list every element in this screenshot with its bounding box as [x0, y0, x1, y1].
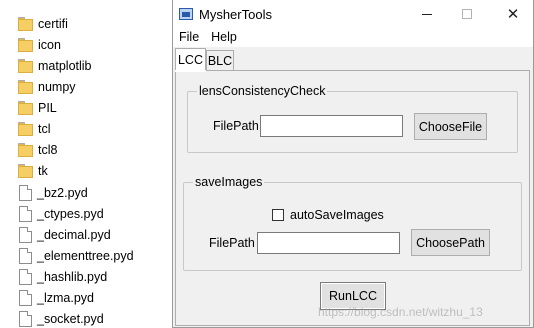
folder-label: matplotlib	[38, 58, 92, 73]
tab-blc[interactable]: BLC	[206, 50, 234, 71]
close-icon: ✕	[506, 6, 520, 23]
title-bar[interactable]: MysherTools ✕	[173, 0, 533, 28]
folder-item-matplotlib[interactable]: matplotlib	[18, 55, 92, 76]
folder-label: PIL	[38, 100, 57, 115]
folder-item-numpy[interactable]: numpy	[18, 76, 76, 97]
folder-label: tcl	[38, 121, 51, 136]
choose-path-button[interactable]: ChoosePath	[411, 229, 490, 256]
folder-label: tcl8	[38, 142, 58, 157]
folder-icon	[18, 79, 33, 94]
save-filepath-label: FilePath	[209, 236, 255, 250]
file-label: _hashlib.pyd	[37, 269, 108, 284]
menu-bar: File Help	[173, 28, 533, 47]
file-item-elementtree[interactable]: _elementtree.pyd	[18, 245, 134, 266]
folder-label: numpy	[38, 79, 76, 94]
file-item-decimal[interactable]: _decimal.pyd	[18, 224, 111, 245]
file-item-hashlib[interactable]: _hashlib.pyd	[18, 266, 107, 287]
folder-icon	[18, 100, 33, 115]
file-icon	[19, 289, 32, 306]
file-label: _lzma.pyd	[37, 290, 94, 305]
folder-icon	[18, 16, 33, 31]
tab-lcc[interactable]: LCC	[175, 48, 206, 71]
auto-save-images-checkbox[interactable]	[272, 209, 284, 221]
file-icon	[19, 184, 32, 201]
app-icon	[179, 8, 193, 20]
explorer-file-list: certifi icon matplotlib numpy PIL tcl tc…	[0, 0, 172, 328]
minimize-icon	[422, 13, 432, 15]
file-icon	[19, 226, 32, 243]
watermark: https://blog.csdn.net/witzhu_13	[318, 305, 483, 319]
file-icon	[19, 310, 32, 327]
tab-bar: LCC BLC	[173, 47, 533, 71]
close-button[interactable]: ✕	[495, 3, 531, 25]
file-icon	[19, 247, 32, 264]
folder-item-tcl[interactable]: tcl	[18, 118, 51, 139]
window-title: MysherTools	[199, 7, 272, 22]
file-icon	[19, 268, 32, 285]
folder-label: tk	[38, 163, 48, 178]
menu-help[interactable]: Help	[205, 28, 243, 47]
group-title: saveImages	[193, 175, 265, 189]
folder-item-tcl8[interactable]: tcl8	[18, 139, 57, 160]
folder-icon	[18, 163, 33, 178]
choose-file-button[interactable]: ChooseFile	[414, 113, 487, 140]
folder-icon	[18, 142, 33, 157]
file-item-bz2[interactable]: _bz2.pyd	[18, 182, 88, 203]
save-images-group: saveImages	[183, 175, 522, 271]
group-title: lensConsistencyCheck	[197, 84, 328, 98]
lcc-filepath-label: FilePath	[213, 119, 259, 133]
folder-label: certifi	[38, 16, 68, 31]
folder-item-pil[interactable]: PIL	[18, 97, 57, 118]
file-item-ctypes[interactable]: _ctypes.pyd	[18, 203, 104, 224]
mysher-tools-window: MysherTools ✕ File Help LCC BLC lensCons…	[172, 0, 534, 328]
lcc-filepath-input[interactable]	[260, 115, 403, 137]
file-item-socket[interactable]: _socket.pyd	[18, 308, 104, 328]
file-label: _decimal.pyd	[37, 227, 111, 242]
maximize-button[interactable]	[449, 3, 485, 25]
folder-item-certifi[interactable]: certifi	[18, 13, 68, 34]
folder-icon	[18, 58, 33, 73]
folder-label: icon	[38, 37, 61, 52]
file-label: _socket.pyd	[37, 311, 104, 326]
auto-save-images-label: autoSaveImages	[290, 208, 384, 222]
menu-file[interactable]: File	[173, 28, 205, 47]
folder-item-icon[interactable]: icon	[18, 34, 61, 55]
folder-icon	[18, 37, 33, 52]
folder-icon	[18, 121, 33, 136]
tab-panel-join	[175, 70, 206, 72]
minimize-button[interactable]	[409, 3, 445, 25]
file-label: _bz2.pyd	[37, 185, 88, 200]
maximize-icon	[462, 9, 472, 19]
save-filepath-input[interactable]	[257, 232, 400, 254]
file-icon	[19, 205, 32, 222]
file-item-lzma[interactable]: _lzma.pyd	[18, 287, 94, 308]
file-label: _elementtree.pyd	[37, 248, 134, 263]
folder-item-tk[interactable]: tk	[18, 160, 48, 181]
file-label: _ctypes.pyd	[37, 206, 104, 221]
